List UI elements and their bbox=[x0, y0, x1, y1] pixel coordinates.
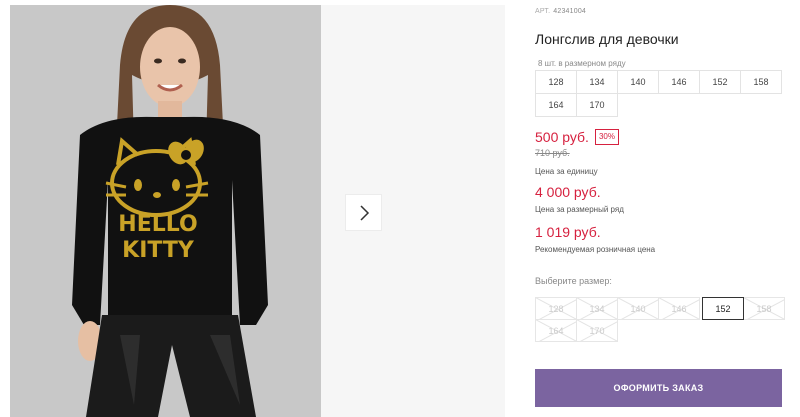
size-option-label: 128 bbox=[548, 303, 564, 314]
recommended-price-label: Рекомендуемая розничная цена bbox=[535, 245, 656, 254]
product-photo-illustration: HELLO KITTY bbox=[10, 5, 321, 417]
row-price: 4 000 руб. bbox=[535, 184, 601, 200]
unit-price-label: Цена за единицу bbox=[535, 167, 598, 176]
pack-size-cell: 152 bbox=[699, 70, 741, 94]
size-option[interactable]: 134 bbox=[576, 297, 618, 320]
product-gallery: HELLO KITTY bbox=[0, 0, 505, 417]
print-text-kitty: KITTY bbox=[122, 238, 195, 263]
sku-value: 42341004 bbox=[553, 8, 587, 15]
size-option[interactable]: 128 bbox=[535, 297, 577, 320]
size-option[interactable]: 158 bbox=[743, 297, 785, 320]
size-option[interactable]: 146 bbox=[658, 297, 700, 320]
pack-note: 8 шт. в размерном ряду bbox=[538, 59, 626, 68]
sku-label: АРТ. bbox=[535, 8, 551, 15]
next-photo-button[interactable] bbox=[345, 194, 382, 231]
pack-size-cell: 140 bbox=[617, 70, 659, 94]
pack-size-cell: 128 bbox=[535, 70, 577, 94]
size-option-label: 164 bbox=[548, 325, 564, 336]
recommended-price: 1 019 руб. bbox=[535, 224, 601, 240]
size-option[interactable]: 164 bbox=[535, 319, 577, 342]
size-option[interactable]: 170 bbox=[576, 319, 618, 342]
size-option-label: 140 bbox=[630, 303, 646, 314]
chevron-right-icon bbox=[359, 204, 369, 221]
pack-size-cell: 164 bbox=[535, 93, 577, 117]
unit-price: 500 руб. bbox=[535, 129, 589, 145]
discount-badge: 30% bbox=[594, 129, 619, 145]
size-option[interactable]: 140 bbox=[617, 297, 659, 320]
product-main-photo[interactable]: HELLO KITTY bbox=[10, 5, 321, 417]
size-option-label: 170 bbox=[589, 325, 605, 336]
product-sku: АРТ. 42341004 bbox=[535, 8, 586, 15]
old-price: 710 руб. bbox=[535, 148, 570, 158]
pack-size-cell: 134 bbox=[576, 70, 618, 94]
size-option-selected[interactable]: 152 bbox=[702, 297, 744, 320]
unit-price-row: 500 руб. 30% bbox=[535, 129, 619, 145]
size-option-label: 158 bbox=[756, 303, 772, 314]
size-selector: 128 134 140 146 152 158 164 170 bbox=[535, 297, 787, 343]
pack-size-cell: 146 bbox=[658, 70, 700, 94]
pack-size-cell: 170 bbox=[576, 93, 618, 117]
print-text-hello: HELLO bbox=[118, 212, 197, 237]
size-option-label: 146 bbox=[671, 303, 687, 314]
pack-size-cell: 158 bbox=[740, 70, 782, 94]
size-option-label: 134 bbox=[589, 303, 605, 314]
size-option-label: 152 bbox=[715, 303, 731, 314]
row-price-label: Цена за размерный ряд bbox=[535, 205, 624, 214]
product-title: Лонгслив для девочки bbox=[535, 31, 679, 47]
choose-size-label: Выберите размер: bbox=[535, 276, 612, 286]
checkout-button[interactable]: ОФОРМИТЬ ЗАКАЗ bbox=[535, 369, 782, 407]
